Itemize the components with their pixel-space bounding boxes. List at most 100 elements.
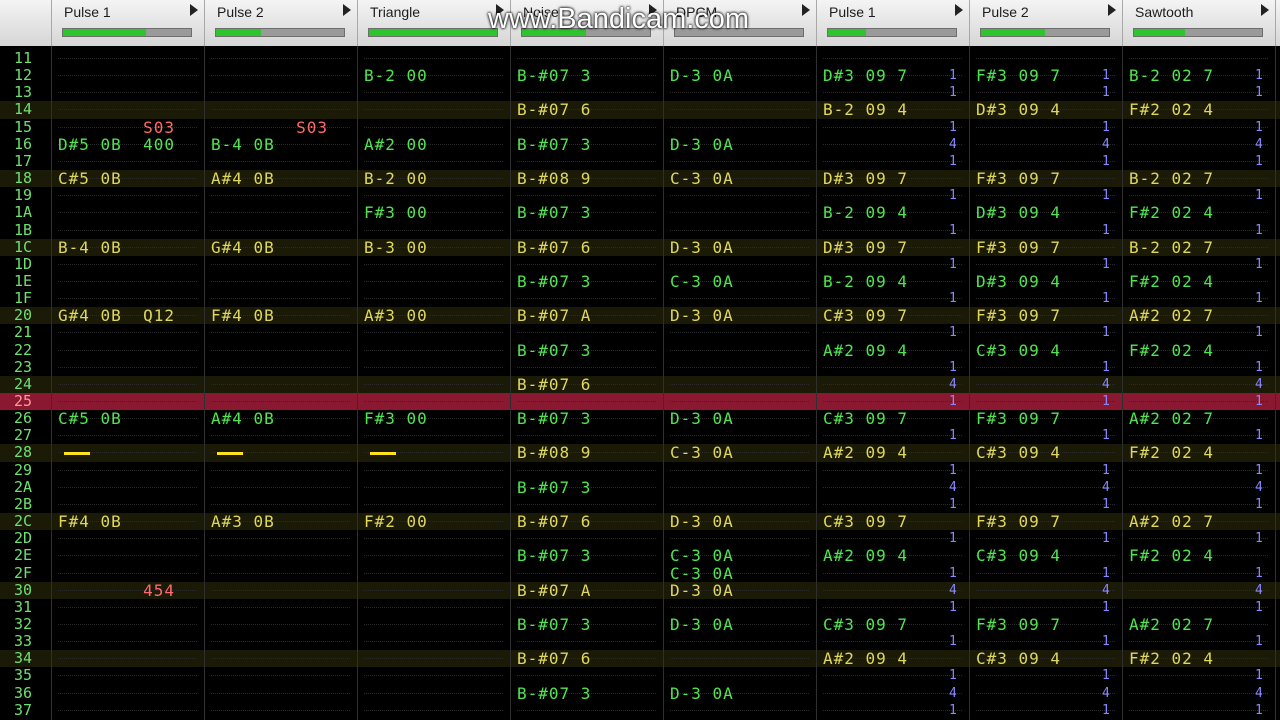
empty-cell[interactable] <box>211 58 350 60</box>
empty-cell[interactable] <box>517 160 656 163</box>
empty-cell[interactable] <box>211 160 350 163</box>
empty-cell[interactable] <box>364 606 503 609</box>
empty-cell[interactable] <box>1129 435 1268 437</box>
note-cell[interactable]: C-3 0A <box>670 444 734 461</box>
pattern-row[interactable]: 2A B-#07 3 <box>0 478 1280 496</box>
note-cell[interactable]: B-2 00 <box>364 170 428 187</box>
empty-cell[interactable] <box>517 572 656 575</box>
empty-cell[interactable] <box>58 709 197 712</box>
pattern-row[interactable]: 2D <box>0 530 1280 547</box>
empty-cell[interactable] <box>211 572 350 575</box>
empty-cell[interactable] <box>211 212 350 214</box>
pattern-row[interactable]: 1D <box>0 255 1280 273</box>
empty-cell[interactable] <box>517 229 656 232</box>
empty-cell[interactable] <box>58 109 197 111</box>
note-cell[interactable]: B-2 09 4 <box>823 273 908 290</box>
empty-cell[interactable] <box>364 469 503 472</box>
pattern-row[interactable]: 12 B-2 00 B-#07 3 D-3 0A D#3 09 7 F#3 09 7 B-2… <box>0 67 1280 84</box>
empty-cell[interactable] <box>976 298 1115 300</box>
note-cell[interactable]: B-3 00 <box>364 239 428 256</box>
pattern-row[interactable]: 17 <box>0 152 1280 170</box>
empty-cell[interactable] <box>364 709 503 712</box>
empty-cell[interactable] <box>976 160 1115 163</box>
empty-cell[interactable] <box>670 229 809 232</box>
empty-cell[interactable] <box>364 383 503 386</box>
empty-cell[interactable] <box>823 263 962 266</box>
empty-cell[interactable] <box>670 383 809 386</box>
empty-cell[interactable] <box>517 709 656 712</box>
empty-cell[interactable] <box>58 435 197 437</box>
empty-cell[interactable] <box>211 109 350 111</box>
empty-cell[interactable] <box>364 109 503 111</box>
pattern-row[interactable]: 30 454 B-#07 A D-3 0A <box>0 581 1280 599</box>
pattern-row[interactable]: 21 <box>0 324 1280 341</box>
note-cell[interactable]: B-2 02 7 <box>1129 67 1214 84</box>
note-cell[interactable]: F#3 09 7 <box>976 239 1061 256</box>
empty-cell[interactable] <box>976 58 1115 60</box>
empty-cell[interactable] <box>211 401 350 403</box>
empty-cell[interactable] <box>976 606 1115 609</box>
empty-cell[interactable] <box>1129 160 1268 163</box>
empty-cell[interactable] <box>211 280 350 283</box>
empty-cell[interactable] <box>58 75 197 77</box>
note-cell[interactable]: G#4 0B Q12 <box>58 307 175 324</box>
empty-cell[interactable] <box>670 160 809 163</box>
pattern-row[interactable]: 31 <box>0 598 1280 616</box>
empty-cell[interactable] <box>1129 298 1268 300</box>
empty-cell[interactable] <box>823 486 962 489</box>
note-cell[interactable]: A#2 02 7 <box>1129 616 1214 633</box>
note-cell[interactable]: 454 <box>58 582 175 599</box>
note-cell[interactable]: F#3 09 7 <box>976 410 1061 427</box>
note-cell[interactable]: B-2 02 7 <box>1129 170 1214 187</box>
empty-cell[interactable] <box>364 366 503 369</box>
note-cell[interactable]: B-#07 3 <box>517 685 591 702</box>
empty-cell[interactable] <box>58 92 197 94</box>
empty-cell[interactable] <box>823 469 962 472</box>
note-cell[interactable]: D-3 0A <box>670 616 734 633</box>
empty-cell[interactable] <box>976 332 1115 334</box>
note-cell[interactable]: A#4 0B <box>211 410 275 427</box>
note-cell[interactable]: C#3 09 4 <box>976 547 1061 564</box>
expand-arrow-icon[interactable] <box>955 4 963 16</box>
pattern-row[interactable]: 32 B-#07 3 D-3 0A C#3 09 7 F#3 09 7 A#2 02 7 <box>0 615 1280 633</box>
pattern-editor[interactable]: 11 12 B-2 00 B-#07 3 D-3 0A D#3 09 7 F#3 09 7B… <box>0 46 1280 720</box>
note-cell[interactable]: B-#08 9 <box>517 170 591 187</box>
empty-cell[interactable] <box>1129 469 1268 472</box>
pattern-row[interactable]: 14 B-#07 6 B-2 09 4 D#3 09 4 F#2 02 4 <box>0 101 1280 119</box>
empty-cell[interactable] <box>58 641 197 643</box>
note-cell[interactable]: B-#07 3 <box>517 67 591 84</box>
empty-cell[interactable] <box>364 641 503 643</box>
empty-cell[interactable] <box>364 435 503 437</box>
pattern-row[interactable]: 18 C#5 0B A#4 0B B-2 00 B-#08 9 C-3 0A D#3 09 … <box>0 170 1280 188</box>
empty-cell[interactable] <box>58 229 197 232</box>
empty-cell[interactable] <box>670 126 809 129</box>
note-cell[interactable]: C-3 0A <box>670 273 734 290</box>
empty-cell[interactable] <box>823 195 962 197</box>
empty-cell[interactable] <box>823 606 962 609</box>
pattern-row[interactable]: 13 <box>0 84 1280 101</box>
empty-cell[interactable] <box>58 675 197 677</box>
note-cell[interactable]: B-4 0B <box>58 239 122 256</box>
empty-cell[interactable] <box>976 692 1115 695</box>
note-cell[interactable]: D#3 09 7 <box>823 239 908 256</box>
empty-cell[interactable] <box>58 280 197 283</box>
empty-cell[interactable] <box>670 212 809 214</box>
note-cell[interactable]: B-2 02 7 <box>1129 239 1214 256</box>
note-cell[interactable]: B-#07 6 <box>517 513 591 530</box>
empty-cell[interactable] <box>823 435 962 437</box>
channel-header-1[interactable]: Pulse 2 <box>205 0 358 46</box>
note-cell[interactable]: B-2 09 4 <box>823 101 908 118</box>
empty-cell[interactable] <box>517 401 656 403</box>
empty-cell[interactable] <box>517 92 656 94</box>
empty-cell[interactable] <box>58 263 197 266</box>
pattern-row[interactable]: 2E B-#07 3 C-3 0A A#2 09 4 C#3 09 4 F#2 02 4 <box>0 547 1280 564</box>
note-cell[interactable]: C#3 09 7 <box>823 616 908 633</box>
note-cell[interactable]: A#3 00 <box>364 307 428 324</box>
note-cell[interactable]: B-#07 A <box>517 307 591 324</box>
note-cell[interactable]: D-3 0A <box>670 513 734 530</box>
note-cell[interactable]: D-3 0A <box>670 410 734 427</box>
empty-cell[interactable] <box>211 589 350 592</box>
empty-cell[interactable] <box>517 469 656 472</box>
empty-cell[interactable] <box>670 195 809 197</box>
note-cell[interactable]: D#3 09 7 <box>823 170 908 187</box>
